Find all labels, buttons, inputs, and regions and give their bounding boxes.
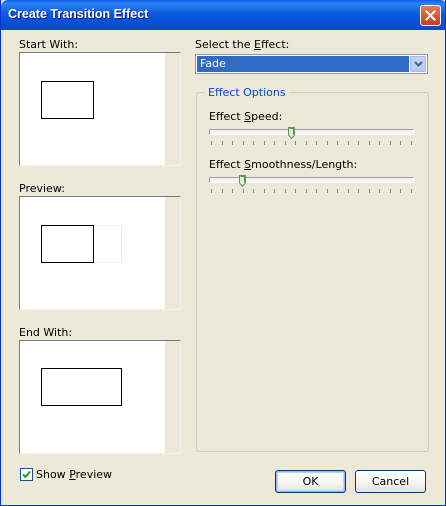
slider-tick: [295, 189, 296, 193]
effect-select[interactable]: Fade: [195, 54, 428, 74]
slider-tick: [379, 189, 380, 193]
slider-tick: [274, 189, 275, 193]
slider-tick: [285, 141, 286, 145]
slider-tick: [400, 141, 401, 145]
slider-tick: [316, 141, 317, 145]
effect-options-title: Effect Options: [205, 86, 289, 99]
slider-tick: [337, 189, 338, 193]
chevron-down-icon: [413, 61, 423, 67]
slider-tick: [306, 189, 307, 193]
slider-tick: [295, 141, 296, 145]
slider-tick: [358, 141, 359, 145]
slider-tick: [285, 189, 286, 193]
end-with-label: End With:: [19, 326, 73, 339]
slider-tick: [348, 141, 349, 145]
slider-tick: [369, 189, 370, 193]
slider-tick: [358, 189, 359, 193]
slider-thumb[interactable]: [239, 175, 246, 187]
slider-tick: [390, 189, 391, 193]
slider-tick: [222, 141, 223, 145]
slider-tick: [211, 141, 212, 145]
slider-tick: [369, 141, 370, 145]
slider-tick: [337, 141, 338, 145]
slider-track: [209, 129, 414, 135]
slider-tick: [264, 141, 265, 145]
select-effect-label: Select the Effect:: [195, 38, 290, 51]
check-icon: [22, 470, 31, 479]
preview-shape: [41, 225, 94, 263]
effect-speed-label: Effect Speed:: [209, 110, 283, 123]
effect-speed-slider[interactable]: [209, 126, 414, 148]
close-icon: [425, 10, 436, 21]
slider-tick: [232, 189, 233, 193]
pane-strip: [165, 53, 180, 165]
slider-tick: [274, 141, 275, 145]
end-with-pane: [19, 340, 181, 454]
ok-button[interactable]: OK: [275, 470, 346, 493]
dialog-window: Create Transition Effect Start With: Pre…: [0, 0, 446, 506]
effect-smoothness-label: Effect Smoothness/Length:: [209, 158, 358, 171]
cancel-button[interactable]: Cancel: [355, 470, 426, 493]
slider-tick: [379, 141, 380, 145]
window-title: Create Transition Effect: [8, 7, 149, 21]
slider-tick: [211, 189, 212, 193]
slider-tick: [264, 189, 265, 193]
slider-tick: [243, 189, 244, 193]
close-button[interactable]: [420, 5, 441, 26]
show-preview-label[interactable]: Show Preview: [36, 468, 112, 481]
start-with-label: Start With:: [19, 38, 79, 51]
effect-dropdown-button[interactable]: [410, 56, 426, 72]
pane-strip: [165, 341, 180, 453]
show-preview-checkbox[interactable]: [20, 468, 33, 481]
preview-ghost-shape: [93, 225, 122, 263]
title-bar[interactable]: Create Transition Effect: [1, 0, 445, 30]
preview-pane: [19, 196, 181, 310]
end-shape: [41, 368, 122, 406]
slider-tick: [253, 141, 254, 145]
slider-tick: [316, 189, 317, 193]
dialog-content: Start With: Preview: End With: Select th…: [1, 30, 445, 505]
start-shape: [41, 81, 94, 119]
preview-label: Preview:: [19, 182, 65, 195]
slider-tick: [222, 189, 223, 193]
effect-smoothness-slider[interactable]: [209, 174, 414, 196]
effect-select-value: Fade: [197, 56, 409, 72]
start-with-pane: [19, 52, 181, 166]
slider-tick: [411, 189, 412, 193]
slider-ticks: [211, 141, 412, 146]
slider-tick: [400, 189, 401, 193]
slider-thumb[interactable]: [288, 127, 295, 139]
slider-tick: [327, 141, 328, 145]
slider-ticks: [211, 189, 412, 194]
slider-tick: [243, 141, 244, 145]
slider-tick: [306, 141, 307, 145]
slider-tick: [411, 141, 412, 145]
slider-tick: [327, 189, 328, 193]
slider-tick: [348, 189, 349, 193]
pane-strip: [165, 197, 180, 309]
slider-tick: [232, 141, 233, 145]
slider-tick: [253, 189, 254, 193]
slider-tick: [390, 141, 391, 145]
